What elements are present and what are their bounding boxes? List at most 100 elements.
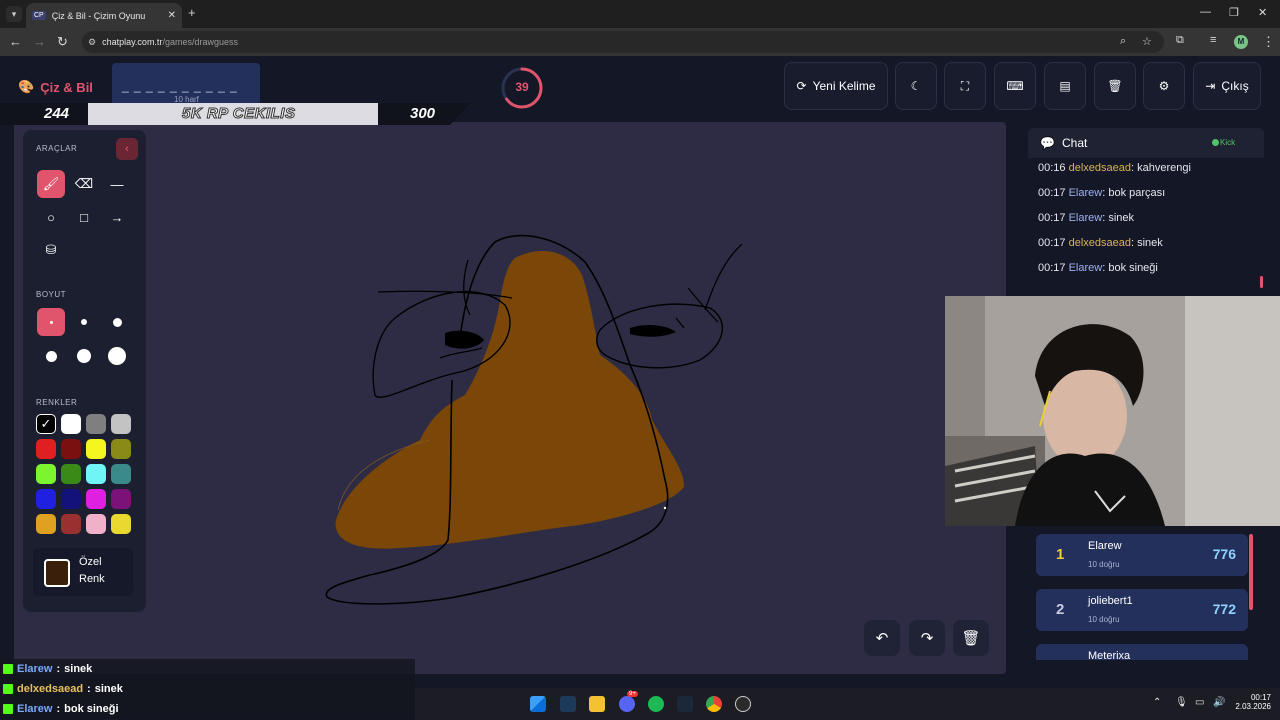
folder-icon[interactable] — [589, 696, 605, 712]
back-arrow-icon[interactable]: ← — [9, 34, 22, 49]
color-swatch[interactable] — [36, 489, 56, 509]
fullscreen-button[interactable]: ⛶ — [944, 62, 986, 110]
url-text[interactable]: chatplay.com.tr/games/drawguess — [102, 37, 238, 47]
right-score: 300 — [410, 105, 436, 122]
brush-tool[interactable]: 🖌 — [37, 170, 65, 198]
overlay-username: Elarew — [17, 663, 53, 675]
tray-chevron-icon[interactable]: ⌃ — [1153, 697, 1161, 708]
custom-color-picker[interactable]: Özel Renk — [33, 548, 133, 596]
microphone-icon[interactable]: 🎙 — [1175, 697, 1188, 708]
undo-icon: ↶ — [875, 630, 889, 647]
drawing-canvas[interactable] — [14, 122, 1006, 674]
redo-button[interactable]: ↷ — [909, 620, 945, 656]
extensions-icon[interactable]: ⧉ — [1176, 34, 1184, 47]
word-mask: _ _ _ _ _ _ _ _ _ _ — [122, 79, 238, 93]
chat-scrollbar[interactable] — [1260, 276, 1263, 288]
color-swatch[interactable] — [61, 489, 81, 509]
archive-button[interactable]: ▤ — [1044, 62, 1086, 110]
app-icon[interactable] — [560, 696, 576, 712]
display-icon[interactable]: ▭ — [1195, 697, 1204, 708]
size-1-button[interactable] — [37, 308, 65, 336]
size-2-button[interactable] — [70, 308, 98, 336]
browser-menu-icon[interactable]: ⋮ — [1262, 34, 1275, 50]
color-swatch[interactable] — [61, 464, 81, 484]
promo-banner: 5K RP CEKILIS — [88, 103, 378, 125]
color-swatch[interactable] — [111, 439, 131, 459]
chat-time: 00:17 — [1038, 212, 1066, 224]
spotify-icon[interactable] — [648, 696, 664, 712]
size-3-button[interactable] — [103, 308, 131, 336]
chat-username[interactable]: delxedsaead — [1069, 162, 1131, 174]
size-4-button[interactable] — [37, 342, 65, 370]
player-points: 776 — [1212, 546, 1236, 562]
color-swatch[interactable] — [86, 514, 106, 534]
minimize-icon[interactable]: — — [1200, 6, 1211, 18]
chat-message: 00:16 delxedsaead: kahverengi — [1038, 162, 1191, 174]
undo-button[interactable]: ↶ — [864, 620, 900, 656]
color-swatch[interactable] — [86, 414, 106, 434]
clear-canvas-button[interactable]: 🗑 — [953, 620, 989, 656]
new-tab-button[interactable]: + — [188, 5, 196, 20]
browser-tab[interactable]: CP Çiz & Bil - Çizim Oyunu ✕ — [26, 3, 182, 28]
tab-close-icon[interactable]: ✕ — [168, 10, 176, 21]
color-swatch[interactable] — [61, 439, 81, 459]
reload-icon[interactable]: ↻ — [57, 34, 68, 50]
color-swatch[interactable] — [111, 514, 131, 534]
maximize-icon[interactable]: ❐ — [1229, 6, 1239, 19]
zoom-icon[interactable]: ⌕ — [1120, 35, 1126, 48]
delete-button[interactable]: 🗑 — [1094, 62, 1136, 110]
color-swatch[interactable] — [61, 514, 81, 534]
color-swatch[interactable] — [111, 414, 131, 434]
color-swatch[interactable] — [111, 464, 131, 484]
leaderboard-scrollbar[interactable] — [1249, 534, 1253, 610]
collapse-panel-button[interactable]: ‹ — [116, 138, 138, 160]
color-swatch[interactable] — [61, 414, 81, 434]
obs-icon[interactable] — [735, 696, 751, 712]
new-word-button[interactable]: ⟳ Yeni Kelime — [784, 62, 888, 110]
keyboard-button[interactable]: ⌨ — [994, 62, 1036, 110]
start-icon[interactable] — [530, 696, 546, 712]
eraser-tool[interactable]: ⌫ — [70, 170, 98, 198]
size-6-button[interactable] — [103, 342, 131, 370]
site-info-icon[interactable]: ⚙ — [88, 37, 96, 48]
logout-button[interactable]: ⇥ Çıkış — [1193, 62, 1261, 110]
discord-icon[interactable] — [619, 696, 635, 712]
volume-icon[interactable]: 🔊 — [1213, 697, 1225, 708]
arrow-tool[interactable]: → — [103, 203, 131, 231]
media-controls-icon[interactable]: ≡ — [1210, 34, 1216, 46]
fill-tool[interactable]: ⛁ — [37, 236, 65, 264]
circle-tool[interactable]: ○ — [37, 203, 65, 231]
line-tool[interactable]: — — [103, 170, 131, 198]
tab-search-button[interactable]: ▾ — [6, 6, 22, 22]
address-bar[interactable]: ⚙ chatplay.com.tr/games/drawguess ⌕ ☆ — [82, 31, 1164, 53]
color-swatch[interactable] — [86, 464, 106, 484]
chat-username[interactable]: Elarew — [1069, 262, 1103, 274]
window-close-icon[interactable]: ✕ — [1258, 6, 1267, 19]
custom-color-swatch[interactable] — [44, 559, 70, 587]
bookmark-star-icon[interactable]: ☆ — [1142, 35, 1152, 48]
stream-chat-overlay: Elarew : sinek delxedsaead : sinek Elarew … — [0, 658, 415, 720]
color-swatch[interactable] — [86, 439, 106, 459]
chat-username[interactable]: delxedsaead — [1069, 237, 1131, 249]
profile-avatar[interactable]: M — [1234, 35, 1248, 49]
color-swatch[interactable]: ✓ — [36, 414, 56, 434]
color-swatch[interactable] — [36, 464, 56, 484]
gear-icon: ⚙ — [1158, 79, 1170, 93]
chat-username[interactable]: Elarew — [1069, 187, 1103, 199]
size-5-button[interactable] — [70, 342, 98, 370]
system-clock[interactable]: 00:17 2.03.2026 — [1233, 693, 1271, 711]
rectangle-tool[interactable]: □ — [70, 203, 98, 231]
forward-arrow-icon[interactable]: → — [33, 34, 46, 49]
settings-button[interactable]: ⚙ — [1143, 62, 1185, 110]
color-swatch[interactable] — [36, 439, 56, 459]
dark-mode-button[interactable]: ☾ — [895, 62, 937, 110]
size-dot — [112, 317, 122, 327]
color-swatch[interactable] — [111, 489, 131, 509]
player-name: joliebert1 — [1088, 595, 1133, 607]
chrome-icon[interactable] — [706, 696, 722, 712]
app-logo[interactable]: 🎨 Çiz & Bil — [18, 79, 93, 95]
color-swatch[interactable] — [36, 514, 56, 534]
color-swatch[interactable] — [86, 489, 106, 509]
chat-username[interactable]: Elarew — [1069, 212, 1103, 224]
steam-icon[interactable] — [677, 696, 693, 712]
